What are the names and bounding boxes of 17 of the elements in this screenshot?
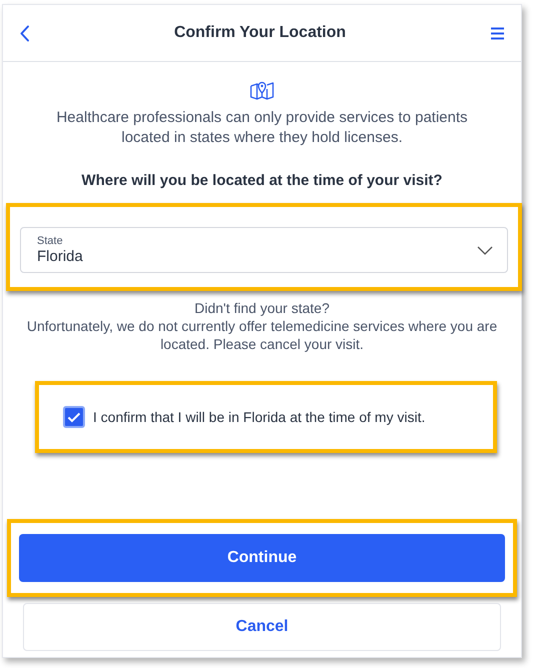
checkbox[interactable] bbox=[63, 406, 85, 428]
state-select[interactable]: State Florida bbox=[20, 227, 508, 273]
map-pin-icon bbox=[250, 80, 274, 100]
back-icon[interactable] bbox=[20, 24, 30, 42]
cancel-button[interactable]: Cancel bbox=[23, 603, 501, 651]
help-text: Didn't find your state? bbox=[194, 299, 330, 317]
page-title: Confirm Your Location bbox=[174, 24, 346, 42]
check-icon bbox=[67, 412, 81, 422]
select-value: Florida bbox=[37, 248, 83, 266]
question-text: Where will you be located at the time of your visit? bbox=[82, 172, 442, 189]
continue-button[interactable]: Continue bbox=[19, 534, 505, 582]
help-text: Unfortunately, we do not currently offer telemedicine services where you are located. Please cancel your visit. bbox=[26, 317, 498, 353]
menu-icon[interactable] bbox=[490, 26, 505, 40]
intro-text: Healthcare professionals can only provide services to patients located in states where they hold licenses. bbox=[55, 108, 469, 148]
chevron-down-icon bbox=[477, 246, 493, 254]
checkbox-label: I confirm that I will be in Florida at the time of my visit. bbox=[93, 409, 426, 425]
select-label: State bbox=[37, 234, 64, 248]
